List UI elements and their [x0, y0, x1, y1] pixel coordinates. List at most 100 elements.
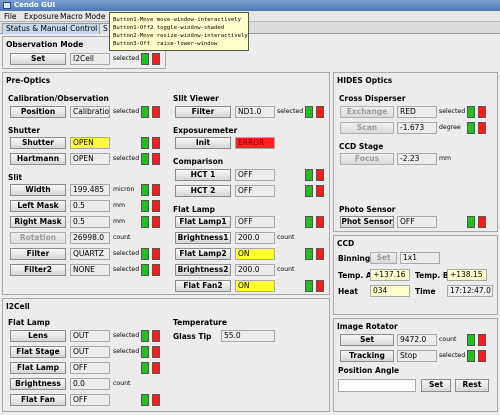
flat-fan-button[interactable]: Flat Fan — [10, 394, 66, 406]
rotation-value: 26998.0 — [70, 232, 110, 244]
lens-button[interactable]: Lens — [10, 330, 66, 342]
right-mask-unit: mm — [113, 218, 126, 225]
scan-button[interactable]: Scan — [340, 122, 394, 134]
menu-mode[interactable]: Mode — [85, 11, 105, 22]
i2-flat-lamp-on-indicator — [141, 362, 149, 374]
hct2-button[interactable]: HCT 2 — [175, 185, 231, 197]
brightness1-button[interactable]: Brightness1 — [175, 232, 231, 244]
flat-fan2-on-indicator — [305, 280, 313, 292]
position-angle-set-button[interactable]: Set — [421, 379, 451, 392]
hct1-off-indicator — [316, 169, 324, 181]
hct2-off-indicator — [316, 185, 324, 197]
tooltip-line-1: Button1-Move move-window-interactively — [113, 17, 241, 23]
rotator-on-indicator — [467, 334, 475, 346]
flat-lamp2-off-indicator — [316, 248, 324, 260]
brightness2-button[interactable]: Brightness2 — [175, 264, 231, 276]
filter-value: QUARTZ — [70, 248, 110, 260]
scan-on-indicator — [467, 122, 475, 134]
flat-stage-on-indicator — [141, 346, 149, 358]
comparison-title: Comparison — [173, 157, 224, 166]
binning-set-button[interactable]: Set — [370, 252, 397, 264]
exposuremeter-value: ERROR — [235, 137, 275, 149]
hides-optics-title: HIDES Optics — [337, 76, 393, 85]
ccd-panel: CCD Binning Set 1x1 Temp. A +137.16 Temp… — [333, 235, 498, 315]
flat-lamp2-button[interactable]: Flat Lamp2 — [175, 248, 231, 260]
i2-flat-lamp-value: OFF — [70, 362, 110, 374]
app-icon — [3, 2, 11, 9]
rotator-set-button[interactable]: Set — [340, 334, 394, 346]
slit-viewer-off-indicator — [316, 106, 324, 118]
ccd-title: CCD — [337, 239, 355, 248]
calibration-title: Calibration/Observation — [8, 94, 109, 103]
flat-fan2-button[interactable]: Flat Fan2 — [175, 280, 231, 292]
menu-file[interactable]: File — [4, 11, 17, 22]
binning-value: 1x1 — [400, 252, 440, 264]
brightness2-unit: count — [277, 266, 295, 273]
hct1-button[interactable]: HCT 1 — [175, 169, 231, 181]
brightness2-value: 200.0 — [235, 264, 275, 276]
slit-viewer-filter-button[interactable]: Filter — [175, 106, 231, 118]
menubar: File Exposure Macro Mode — [0, 11, 500, 22]
tooltip-line-3: Button2-Move resize-window-interactively — [113, 33, 248, 39]
filter-status: selected — [113, 250, 140, 257]
position-status: selected — [113, 108, 140, 115]
rotation-button[interactable]: Rotation — [10, 232, 66, 244]
left-mask-unit: mm — [113, 202, 126, 209]
hides-optics-panel: HIDES Optics Cross Disperser Exchange RE… — [333, 72, 498, 232]
slit-width-button[interactable]: Width — [10, 184, 66, 196]
filter-button[interactable]: Filter — [10, 248, 66, 260]
exposuremeter-init-button[interactable]: Init — [175, 137, 231, 149]
tracking-on-indicator — [467, 350, 475, 362]
position-angle-rest-button[interactable]: Rest — [455, 379, 489, 392]
pre-optics-panel: Pre-Optics Calibration/Observation Posit… — [2, 72, 330, 295]
shutter-on-indicator — [141, 137, 149, 149]
shutter-button[interactable]: Shutter — [10, 137, 66, 149]
filter-off-indicator — [152, 248, 160, 260]
right-mask-button[interactable]: Right Mask — [10, 216, 66, 228]
lens-off-indicator — [152, 330, 160, 342]
observation-mode-status: selected — [113, 55, 140, 62]
hartmann-on-indicator — [141, 153, 149, 165]
phot-sensor-button[interactable]: Phot Sensor — [340, 216, 394, 228]
tooltip-line-2: Button1-Off2 toggle-window-shaded — [113, 25, 225, 31]
slit-width-on-indicator — [141, 184, 149, 196]
right-mask-on-indicator — [141, 216, 149, 228]
flat-lamp1-button[interactable]: Flat Lamp1 — [175, 216, 231, 228]
position-angle-input[interactable] — [338, 379, 416, 392]
brightness1-unit: count — [277, 234, 295, 241]
hartmann-value: OPEN — [70, 153, 110, 165]
window-titlebar[interactable]: Cendo GUI — [0, 0, 500, 11]
menu-exposure[interactable]: Exposure — [24, 11, 59, 22]
flat-stage-status: selected — [113, 348, 140, 355]
scan-value: -1.673 — [397, 122, 437, 134]
observation-mode-title: Observation Mode — [6, 40, 84, 49]
exchange-on-indicator — [467, 106, 475, 118]
position-button[interactable]: Position — [10, 106, 66, 118]
flat-lamp1-off-indicator — [316, 216, 324, 228]
window-title: Cendo GUI — [14, 1, 56, 9]
tab-status-manual-control[interactable]: Status & Manual Control — [2, 23, 102, 34]
tracking-button[interactable]: Tracking — [340, 350, 394, 362]
pre-optics-title: Pre-Optics — [6, 76, 51, 85]
flat-fan-off-indicator — [152, 394, 160, 406]
hartmann-button[interactable]: Hartmann — [10, 153, 66, 165]
observation-mode-off-indicator — [152, 53, 160, 65]
flat-stage-button[interactable]: Flat Stage — [10, 346, 66, 358]
tracking-value: Stop — [397, 350, 437, 362]
left-mask-on-indicator — [141, 200, 149, 212]
focus-button[interactable]: Focus — [340, 153, 394, 165]
left-mask-button[interactable]: Left Mask — [10, 200, 66, 212]
flat-lamp-title: Flat Lamp — [173, 205, 215, 214]
flat-lamp2-on-indicator — [305, 248, 313, 260]
hct1-value: OFF — [235, 169, 275, 181]
focus-value: -2.23 — [397, 153, 437, 165]
brightness-button[interactable]: Brightness — [10, 378, 66, 390]
menu-macro[interactable]: Macro — [60, 11, 83, 22]
i2-flat-lamp-button[interactable]: Flat Lamp — [10, 362, 66, 374]
exchange-value: RED — [397, 106, 437, 118]
filter2-button[interactable]: Filter2 — [10, 264, 66, 276]
exchange-button[interactable]: Exchange — [340, 106, 394, 118]
tracking-status: selected — [439, 352, 466, 359]
observation-mode-set-button[interactable]: Set — [10, 53, 66, 65]
image-rotator-title: Image Rotator — [337, 322, 398, 331]
